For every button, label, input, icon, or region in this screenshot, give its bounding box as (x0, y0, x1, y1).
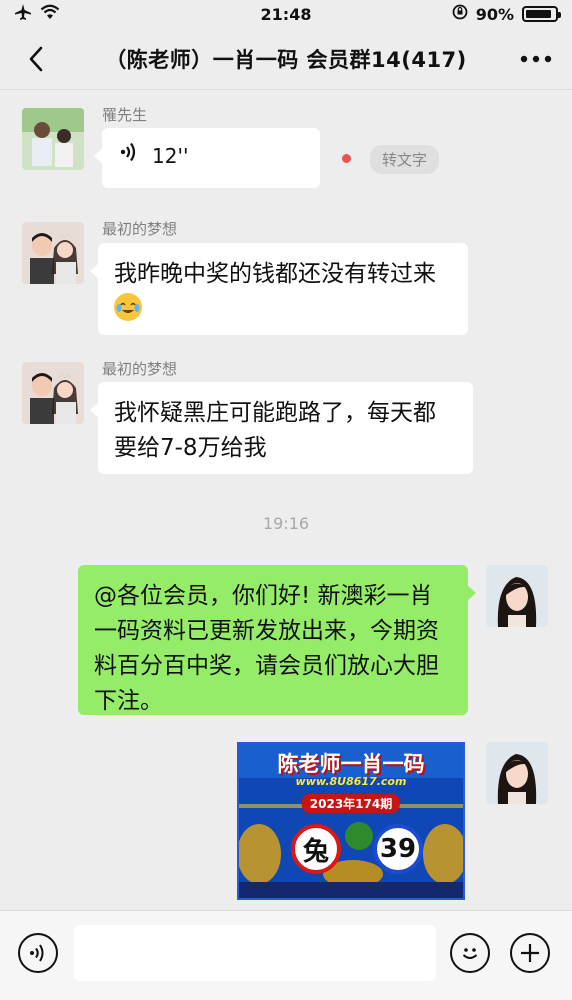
back-button[interactable] (16, 39, 56, 79)
avatar[interactable] (22, 222, 84, 284)
message-bubble[interactable]: 我昨晚中奖的钱都还没有转过来 (90, 243, 468, 335)
self-avatar[interactable] (486, 742, 548, 804)
wifi-icon (40, 4, 60, 24)
more-button[interactable] (516, 39, 556, 79)
number-ball: 39 (373, 824, 423, 874)
chat-title: （陈老师）一肖一码 会员群14(417) (105, 47, 467, 72)
message-text: @各位会员，你们好! 新澳彩一肖一码资料已更新发放出来，今期资料百分百中奖，请会… (94, 583, 439, 714)
image-url-text: www.8U8617.com (295, 775, 407, 788)
battery-icon (522, 6, 561, 22)
chevron-left-icon (29, 46, 43, 71)
avatar[interactable] (22, 362, 84, 424)
voice-message-bubble[interactable]: 12'' (94, 128, 320, 188)
zodiac-ball: 兔 (291, 824, 341, 874)
sender-name: 最初的梦想 (102, 220, 178, 238)
airplane-icon (14, 4, 32, 24)
emoji-button[interactable] (450, 933, 490, 973)
voice-duration: 12'' (152, 144, 189, 168)
sender-name: 罹先生 (102, 106, 148, 124)
image-issue: 2023年174期 (301, 794, 401, 813)
avatar[interactable] (22, 108, 84, 170)
more-functions-button[interactable] (510, 933, 550, 973)
message-input[interactable] (74, 925, 436, 981)
image-title: 陈老师一肖一码 (277, 752, 425, 776)
more-dots-icon (520, 55, 552, 62)
transcribe-button[interactable]: 转文字 (370, 145, 440, 174)
crying-laughing-emoji-icon (114, 293, 142, 321)
orientation-lock-icon (452, 4, 468, 24)
timestamp: 19:16 (262, 514, 310, 533)
plus-icon (521, 944, 539, 962)
message-text: 我昨晚中奖的钱都还没有转过来 (114, 261, 436, 287)
image-footer (239, 882, 463, 898)
smiley-icon (462, 948, 478, 959)
self-avatar[interactable] (486, 565, 548, 627)
sender-name: 最初的梦想 (102, 360, 178, 378)
message-text: 我怀疑黑庄可能跑路了，每天都要给7-8万给我 (114, 400, 436, 461)
nav-bar: （陈老师）一肖一码 会员群14(417) (0, 28, 572, 90)
status-bar: 21:48 90% (0, 0, 572, 28)
message-bubble[interactable]: 我怀疑黑庄可能跑路了，每天都要给7-8万给我 (90, 382, 473, 474)
voice-wave-icon (120, 139, 138, 174)
unread-dot (342, 154, 351, 163)
self-message-bubble[interactable]: @各位会员，你们好! 新澳彩一肖一码资料已更新发放出来，今期资料百分百中奖，请会… (78, 565, 476, 715)
battery-percent: 90% (475, 4, 514, 24)
voice-icon (30, 944, 44, 962)
image-message[interactable]: 陈老师一肖一码 www.8U8617.com 2023年174期 兔 39 (237, 742, 465, 900)
voice-input-button[interactable] (18, 933, 58, 973)
input-bar (0, 910, 572, 1000)
